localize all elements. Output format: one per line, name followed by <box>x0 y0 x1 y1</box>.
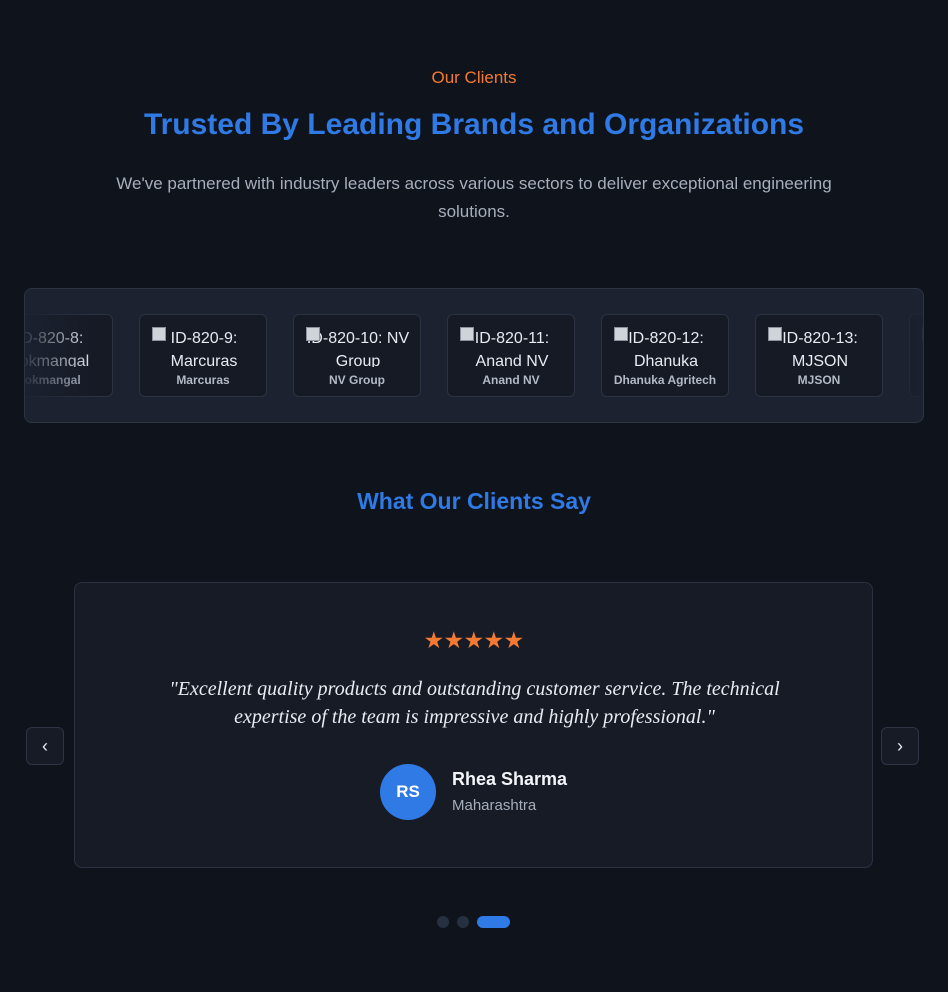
star-icon: ★ <box>483 627 505 653</box>
star-rating: ★★★★★ <box>75 627 872 654</box>
client-logo-alt: ID-820-10: NV Group <box>306 330 410 367</box>
star-icon: ★ <box>423 627 445 653</box>
avatar: RS <box>380 764 436 820</box>
client-name: Anand NV <box>482 373 540 387</box>
client-name: Marcuras <box>176 373 230 387</box>
chevron-left-icon: ‹ <box>42 736 48 756</box>
broken-image-icon <box>614 327 628 341</box>
chevron-right-icon: › <box>897 736 903 756</box>
client-logo-image: ID-820-9: Marcuras <box>152 327 256 367</box>
author-name: Rhea Sharma <box>452 769 568 789</box>
client-name: NV Group <box>329 373 385 387</box>
client-logo-card: ID-820-11: Anand NV Anand NV <box>447 314 575 397</box>
broken-image-icon <box>460 327 474 341</box>
carousel-fade-right <box>883 289 923 422</box>
client-logo-card: ID-820-13: MJSON MJSON <box>755 314 883 397</box>
section-subtitle: We've partnered with industry leaders ac… <box>116 174 832 221</box>
page-title: Trusted By Leading Brands and Organizati… <box>143 108 805 141</box>
client-logo-alt: ID-820-9: Marcuras <box>170 330 238 367</box>
clients-section: Our Clients Trusted By Leading Brands an… <box>0 0 948 992</box>
client-logo-card: ID-820-12: Dhanuka Agritech Dhanuka Agrit… <box>601 314 729 397</box>
client-logo-card: ID-820-9: Marcuras Marcuras <box>139 314 267 397</box>
pagination-dot[interactable] <box>457 916 469 928</box>
testimonial-quote: "Excellent quality products and outstand… <box>169 678 780 728</box>
broken-image-icon <box>152 327 166 341</box>
section-eyebrow: Our Clients <box>431 68 517 87</box>
client-logo-alt: ID-820-11: Anand NV <box>474 330 550 367</box>
star-icon: ★ <box>503 627 525 653</box>
client-logo-card: ID-820-10: NV Group NV Group <box>293 314 421 397</box>
client-logo-image: ID-820-10: NV Group <box>306 327 410 367</box>
broken-image-icon <box>306 327 320 341</box>
client-logo-image: ID-820-13: MJSON <box>768 327 872 367</box>
pagination-dot[interactable] <box>477 916 510 928</box>
star-icon: ★ <box>463 627 485 653</box>
client-logo-image: ID-820-11: Anand NV <box>460 327 564 367</box>
client-logo-alt: ID-820-12: Dhanuka Agritech <box>628 330 704 367</box>
client-logo-image: ID-820-12: Dhanuka Agritech <box>614 327 718 367</box>
next-testimonial-button[interactable]: › <box>881 727 919 765</box>
star-icon: ★ <box>443 627 465 653</box>
testimonials-title: What Our Clients Say <box>357 488 591 514</box>
prev-testimonial-button[interactable]: ‹ <box>26 727 64 765</box>
testimonial-card: ★★★★★ "Excellent quality products and ou… <box>74 582 873 868</box>
client-logo-alt: ID-820-13: MJSON <box>782 330 858 367</box>
client-name: MJSON <box>797 373 841 387</box>
carousel-fade-left <box>25 289 95 422</box>
client-logo-carousel[interactable]: ID-820-8: LokmangalLokmangalID-820-9: Ma… <box>24 288 924 423</box>
client-name: Dhanuka Agritech <box>613 373 717 387</box>
author-location: Maharashtra <box>452 797 537 814</box>
pagination-dot[interactable] <box>437 916 449 928</box>
broken-image-icon <box>768 327 782 341</box>
